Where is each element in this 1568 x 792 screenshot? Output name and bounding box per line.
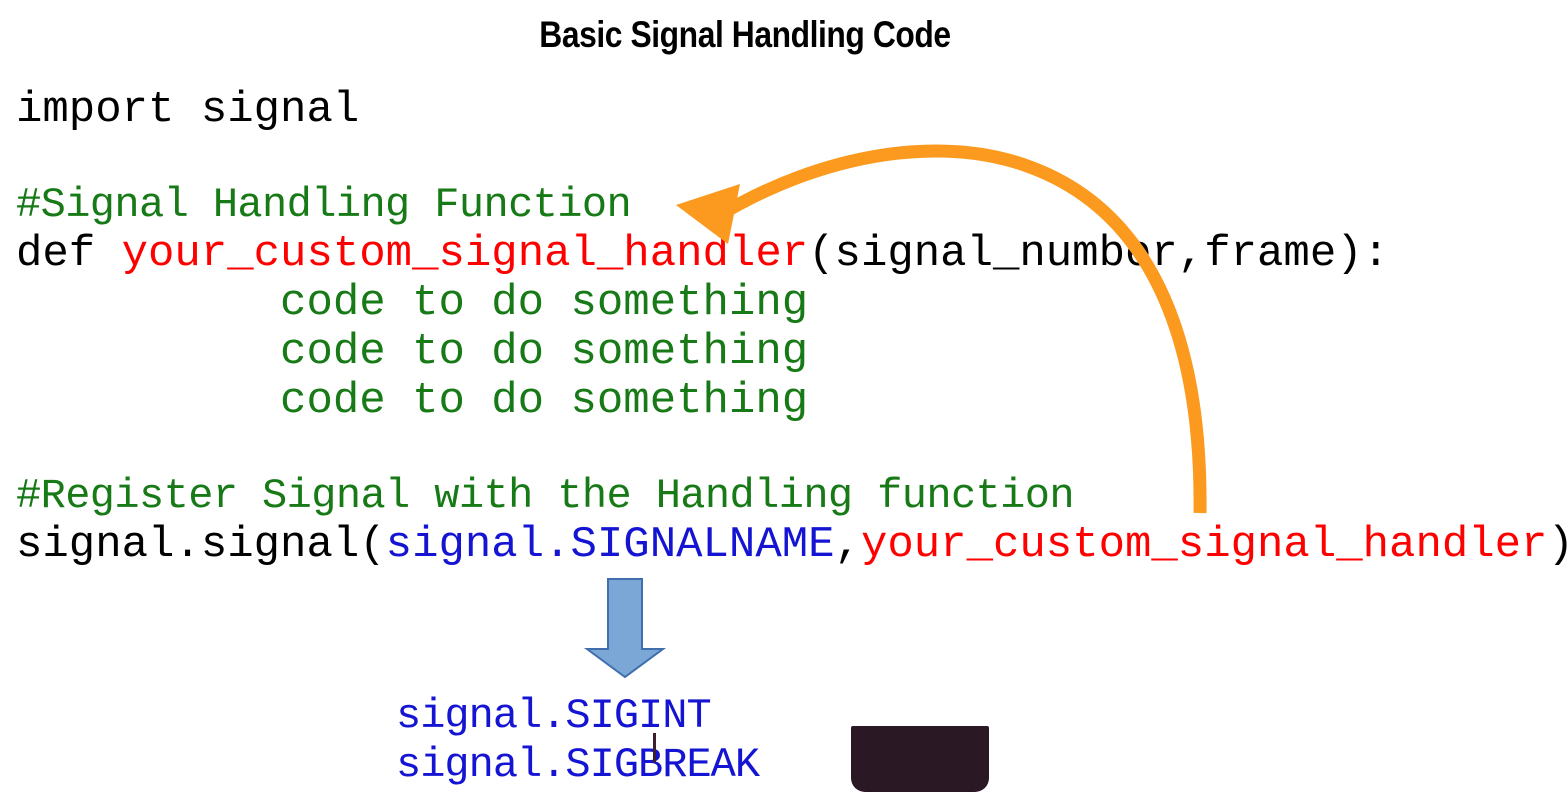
code-token: def — [16, 229, 122, 279]
code-token: #Signal Handling Function — [16, 181, 632, 229]
text-caret — [653, 733, 656, 763]
code-token: signal.signal( — [16, 520, 386, 570]
curved-arrow-icon — [676, 144, 1207, 514]
signal-examples-list: signal.SIGINT signal.SIGBREAK — [396, 692, 760, 790]
code-token: import signal — [16, 85, 360, 135]
code-token: ) — [1547, 520, 1568, 570]
redacted-block — [851, 726, 989, 792]
down-arrow-icon — [583, 578, 667, 679]
signal-example-item: signal.SIGBREAK — [396, 741, 760, 789]
page-title: Basic Signal Handling Code — [539, 14, 951, 55]
signal-example-item: signal.SIGINT — [396, 692, 712, 740]
